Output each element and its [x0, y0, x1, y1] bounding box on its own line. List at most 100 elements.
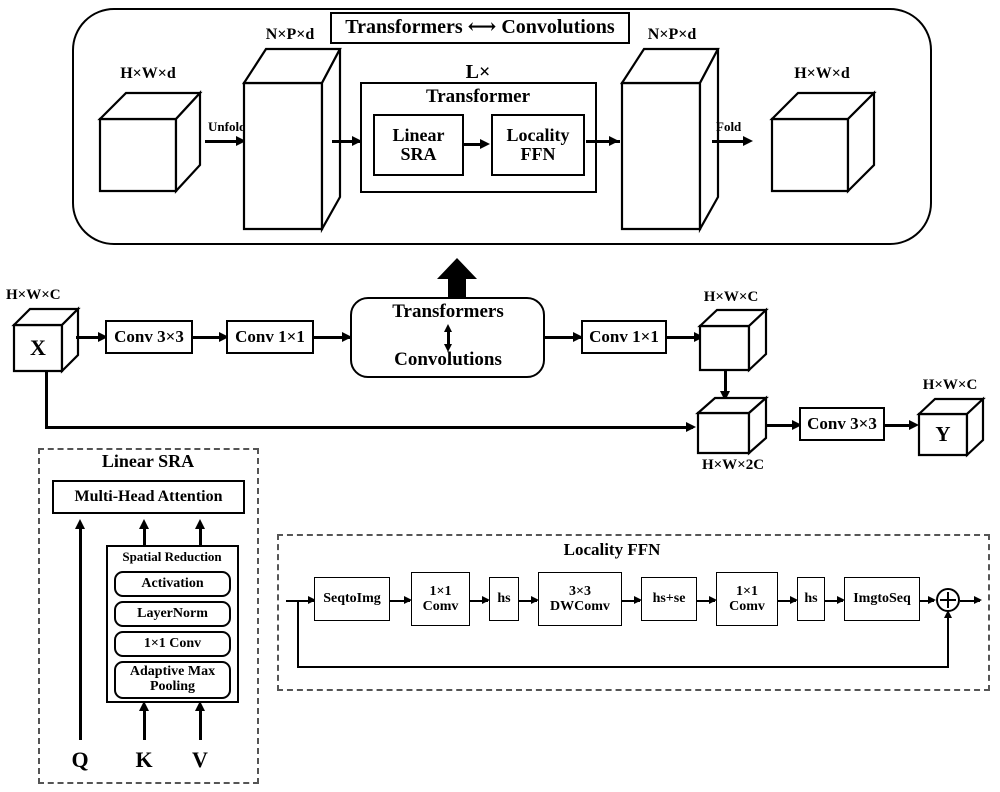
- transformer-to-block-arrow: [609, 135, 619, 146]
- skip-connection-down: [45, 370, 48, 428]
- q-arrow-line: [79, 528, 82, 740]
- spatial-reduction-title: Spatial Reduction: [122, 549, 222, 564]
- concat-cube-dim-label: H×W×2C: [701, 457, 765, 473]
- sra-stack-item-layernorm: LayerNorm: [114, 601, 231, 627]
- sr-to-attention-line-right: [199, 528, 202, 546]
- sra-stack-conv1x1-label: 1×1 Conv: [143, 635, 202, 651]
- sra-to-ffn-arrow: [480, 138, 490, 149]
- unfold-label: Unfold: [208, 119, 247, 134]
- ffn-block-seqtoimg: SeqtoImg: [314, 577, 390, 621]
- sr-to-attention-arrow-left: [138, 519, 149, 529]
- ffn-residual-up: [947, 618, 949, 668]
- ffn-hs-second-label: hs: [804, 591, 818, 607]
- circle-plus-icon: [936, 588, 960, 612]
- ffn-block-imgtoseq: ImgtoSeq: [844, 577, 920, 621]
- diagram-canvas: Transformers ⟷ Convolutions H×W×d Unfold…: [0, 0, 1000, 792]
- sra-stack-pooling-line1: Adaptive Max: [129, 664, 216, 680]
- v-arrow-line: [199, 710, 202, 740]
- sra-stack-activation-label: Activation: [141, 575, 204, 591]
- title-banner: Transformers ⟷ Convolutions: [330, 12, 630, 44]
- conv3x3-second-box: Conv 3×3: [799, 407, 885, 441]
- ffn-output-arrow: [974, 596, 982, 604]
- top-output-cube-dim-label: N×P×d: [647, 26, 697, 43]
- sra-stack-item-activation: Activation: [114, 571, 231, 597]
- conv1x1-second-box: Conv 1×1: [581, 320, 667, 354]
- ffn-imgtoseq-label: ImgtoSeq: [853, 591, 911, 607]
- ffn-conv1x1-second-line1: 1×1: [736, 583, 758, 599]
- module-bottom-label: Convolutions: [394, 349, 502, 370]
- ffn-conv1x1-first-line2: Comv: [422, 599, 459, 614]
- ffn-block-dwconv3x3: 3×3 DWComv: [538, 572, 622, 626]
- top-input-cube: [96, 87, 204, 197]
- unfold-arrow-line: [205, 140, 237, 143]
- conv1x1-first-box: Conv 1×1: [226, 320, 314, 354]
- k-input-label: K: [135, 747, 153, 772]
- sra-stack-layernorm-label: LayerNorm: [137, 605, 208, 621]
- module-doublearrow-down: [443, 344, 452, 352]
- input-cube-symbol: X: [30, 335, 46, 360]
- ffn-conv1x1-first-line1: 1×1: [429, 583, 452, 599]
- multi-head-attention-box: Multi-Head Attention: [52, 480, 245, 514]
- v-input-label: V: [192, 747, 208, 772]
- conv3x3-first-box: Conv 3×3: [105, 320, 193, 354]
- mid-cube-dim-label: H×W×C: [703, 289, 759, 305]
- sra-stack-item-conv1x1: 1×1 Conv: [114, 631, 231, 657]
- output-cube-dim-label: H×W×C: [922, 377, 978, 393]
- top-folded-cube-dim-label: H×W×d: [794, 65, 850, 82]
- skip-connection-arrow: [686, 422, 696, 432]
- top-output-block: [619, 45, 720, 235]
- fold-label: Fold: [716, 119, 742, 134]
- locality-ffn-line1: Locality: [506, 124, 570, 145]
- sr-to-attention-arrow-right: [194, 519, 205, 529]
- module-doublearrow-up: [443, 324, 452, 332]
- multi-head-attention-label: Multi-Head Attention: [74, 488, 223, 506]
- locality-ffn-box: Locality FFN: [491, 114, 585, 176]
- sra-stack-item-adaptive-max-pooling: Adaptive Max Pooling: [114, 661, 231, 699]
- input-cube-x: X: [11, 305, 84, 377]
- output-cube-y: Y: [916, 396, 989, 460]
- ffn-conv1x1-second-line2: Comv: [729, 599, 765, 614]
- skip-connection-across: [45, 426, 693, 429]
- ffn-block-conv1x1-first: 1×1 Comv: [411, 572, 470, 626]
- q-arrow-head: [74, 519, 85, 529]
- ffn-dwconv-line1: 3×3: [569, 583, 591, 599]
- mid-cube: [697, 307, 772, 375]
- top-unfolded-block: [241, 45, 342, 235]
- concat-cube: [695, 395, 774, 458]
- fold-arrow-line: [712, 140, 744, 143]
- ffn-block-hs-first: hs: [489, 577, 519, 621]
- output-cube-symbol: Y: [935, 422, 951, 446]
- ffn-block-hs-se: hs+se: [641, 577, 697, 621]
- ffn-hs-first-label: hs: [497, 591, 511, 607]
- transformer-label: Transformer: [425, 86, 531, 107]
- top-unfolded-cube-dim-label: N×P×d: [265, 26, 315, 43]
- linear-sra-box: Linear SRA: [373, 114, 464, 176]
- ffn-block-hs-second: hs: [797, 577, 825, 621]
- ffn-hs-se-label: hs+se: [652, 591, 686, 607]
- linear-sra-line1: Linear: [392, 124, 445, 145]
- fold-arrow-head: [743, 135, 753, 146]
- ffn-arrow-8: [928, 596, 936, 604]
- locality-ffn-panel-title: Locality FFN: [563, 540, 661, 559]
- repeat-count-label: L×: [465, 61, 491, 83]
- q-input-label: Q: [71, 747, 89, 772]
- input-cube-dim-label: H×W×C: [6, 287, 61, 303]
- ffn-block-conv1x1-second: 1×1 Comv: [716, 572, 778, 626]
- sr-to-attention-line-left: [143, 528, 146, 546]
- title-banner-text: Transformers ⟷ Convolutions: [345, 16, 615, 39]
- k-arrow-line: [143, 710, 146, 740]
- ffn-seqtoimg-label: SeqtoImg: [323, 591, 381, 607]
- ffn-residual-down: [297, 600, 299, 668]
- top-folded-cube: [768, 87, 878, 197]
- ffn-dwconv-line2: DWComv: [550, 599, 610, 614]
- ffn-residual-across: [297, 666, 948, 668]
- module-top-label: Transformers: [392, 301, 504, 322]
- sra-stack-pooling-line2: Pooling: [149, 679, 196, 694]
- conv1x1-first-label: Conv 1×1: [235, 326, 305, 346]
- expand-up-arrow: [436, 258, 478, 300]
- v-arrow-head: [194, 701, 205, 711]
- k-arrow-head: [138, 701, 149, 711]
- conv1x1-second-label: Conv 1×1: [589, 326, 659, 346]
- top-input-cube-dim-label: H×W×d: [120, 65, 176, 82]
- ffn-residual-arrow: [943, 610, 952, 618]
